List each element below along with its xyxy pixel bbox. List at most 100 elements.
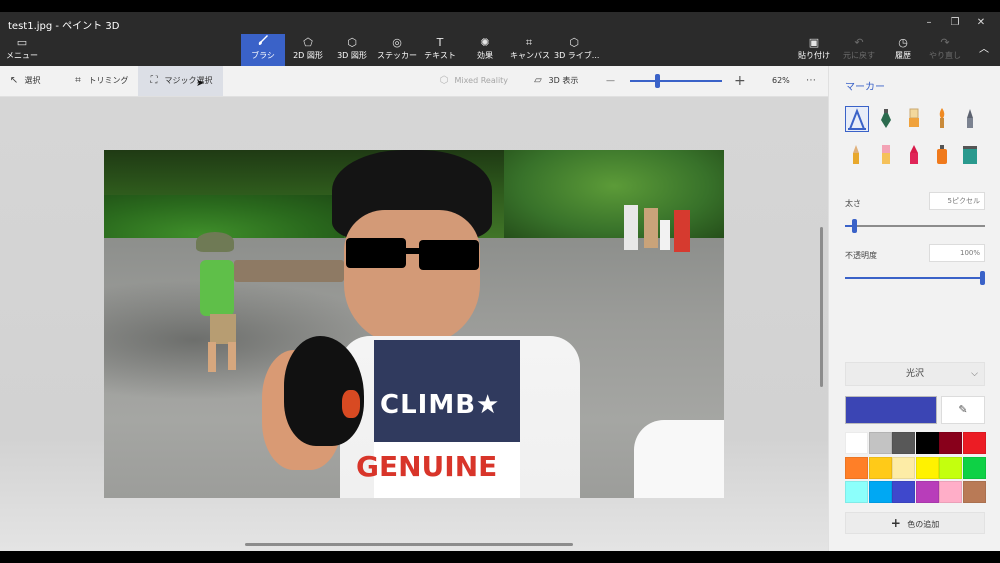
tab-text[interactable]: T テキスト — [422, 34, 458, 66]
color-swatch[interactable] — [892, 456, 915, 479]
minimize-button[interactable]: – — [920, 15, 938, 31]
color-swatch[interactable] — [915, 481, 939, 503]
photo-child-leg-right — [228, 342, 236, 370]
close-button[interactable]: ✕ — [972, 15, 990, 31]
color-swatch[interactable] — [845, 481, 868, 503]
canvas-area[interactable]: CLIMB★ GENUINE — [0, 97, 828, 551]
tab-2d-shapes[interactable]: ⬠ 2D 図形 — [288, 34, 328, 66]
color-swatch[interactable] — [868, 432, 892, 454]
tab-effects-label: 効果 — [477, 51, 493, 60]
crayon-icon[interactable] — [903, 142, 927, 168]
history-button[interactable]: ◷ 履歴 — [888, 34, 918, 66]
collapse-ribbon-icon[interactable]: ︿ — [974, 34, 994, 66]
color-swatch[interactable] — [962, 456, 986, 479]
color-swatch[interactable] — [892, 432, 915, 454]
color-swatch[interactable] — [939, 432, 962, 454]
opacity-value[interactable]: 100% — [929, 244, 985, 262]
eyedropper-icon[interactable]: ✎ — [941, 396, 985, 424]
canvas-crop-icon: ⌗ — [525, 36, 533, 49]
undo-button[interactable]: ↶ 元に戻す — [842, 34, 876, 66]
panel-title: マーカー — [845, 82, 885, 93]
zoom-in-button[interactable]: + — [734, 66, 746, 96]
mixed-reality-button[interactable]: ⬡ Mixed Reality — [436, 66, 516, 96]
color-swatch[interactable] — [845, 456, 868, 479]
fill-bucket-icon[interactable] — [959, 142, 983, 168]
crop-tool[interactable]: ⌗ トリミング — [70, 66, 130, 96]
add-color-button[interactable]: + 色の追加 — [845, 512, 985, 534]
color-swatch[interactable] — [868, 481, 892, 503]
2d-shapes-icon: ⬠ — [303, 36, 313, 49]
crop-label: トリミング — [88, 76, 129, 85]
opacity-label: 不透明度 — [845, 251, 877, 260]
photo-boy-face — [344, 210, 480, 345]
color-swatch[interactable] — [915, 456, 939, 479]
oil-brush-icon[interactable] — [903, 106, 927, 132]
letterbox-bottom — [0, 551, 1000, 563]
clipboard-icon: ▣ — [808, 36, 820, 49]
color-swatch[interactable] — [845, 432, 868, 454]
photo-person-2 — [644, 208, 658, 248]
3d-view-label: 3D 表示 — [548, 76, 579, 85]
thickness-slider[interactable] — [845, 225, 985, 227]
redo-label: やり直し — [929, 51, 961, 60]
maximize-button[interactable]: ❐ — [946, 15, 964, 31]
plus-icon: + — [890, 516, 901, 530]
color-swatch[interactable] — [939, 481, 962, 503]
finish-dropdown[interactable]: 光沢 ⌵ — [845, 362, 985, 386]
photo-canvas[interactable]: CLIMB★ GENUINE — [104, 150, 724, 498]
pixel-pen-icon[interactable] — [959, 106, 983, 132]
thickness-slider-thumb[interactable] — [851, 219, 857, 233]
tab-3d-library[interactable]: ⬡ 3D ライブ... — [554, 34, 599, 66]
history-label: 履歴 — [895, 51, 911, 60]
window-title: test1.jpg - ペイント 3D — [8, 21, 120, 32]
zoom-slider-track[interactable] — [630, 80, 722, 82]
magic-select-tool[interactable]: ⛶ マジック選択 — [138, 66, 223, 96]
color-swatch[interactable] — [892, 481, 915, 503]
horizontal-scrollbar[interactable] — [245, 543, 573, 546]
tab-effects[interactable]: ✺ 効果 — [468, 34, 502, 66]
calligraphy-pen-icon[interactable] — [875, 106, 899, 132]
color-swatch[interactable] — [915, 432, 939, 454]
tab-canvas[interactable]: ⌗ キャンバス — [510, 34, 550, 66]
pencil-icon[interactable] — [845, 142, 869, 168]
photo-butterfly-red-spot — [342, 390, 360, 418]
spray-can-icon[interactable] — [931, 142, 955, 168]
canvas-toolbar: ↖ 選択 ⌗ トリミング ⛶ マジック選択 ➤ ⬡ Mixed Reality … — [0, 66, 828, 97]
3d-library-icon: ⬡ — [569, 36, 579, 49]
undo-label: 元に戻す — [843, 51, 875, 60]
thickness-label: 太さ — [845, 199, 861, 208]
3d-view-button[interactable]: ▱ 3D 表示 — [530, 66, 590, 96]
paste-button[interactable]: ▣ 貼り付け — [798, 34, 830, 66]
photo-tshirt-climb-print: CLIMB★ — [380, 390, 501, 420]
color-swatch[interactable] — [962, 481, 986, 503]
ribbon: ▭ メニュー ブラシ ⬠ 2D 図形 ⬡ 3D 図形 ◎ ステッカー T テキス… — [0, 34, 1000, 66]
mixed-reality-label: Mixed Reality — [454, 76, 509, 85]
opacity-slider[interactable] — [845, 277, 985, 279]
thickness-value[interactable]: 5ピクセル — [929, 192, 985, 210]
redo-button[interactable]: ↷ やり直し — [928, 34, 962, 66]
color-swatch[interactable] — [962, 432, 986, 454]
select-tool[interactable]: ↖ 選択 — [6, 66, 56, 96]
3d-cube-icon: ⬡ — [347, 36, 357, 49]
photo-child-shirt — [200, 260, 234, 316]
opacity-slider-thumb[interactable] — [980, 271, 985, 285]
tab-brushes[interactable]: ブラシ — [241, 34, 285, 66]
watercolor-icon[interactable] — [931, 106, 955, 132]
color-swatch[interactable] — [939, 456, 962, 479]
zoom-slider-thumb[interactable] — [655, 74, 660, 88]
color-swatch[interactable] — [868, 456, 892, 479]
marker-icon[interactable] — [845, 106, 869, 132]
selected-color-swatch[interactable] — [845, 396, 937, 424]
effects-sun-icon: ✺ — [480, 36, 490, 49]
crop-icon: ⌗ — [75, 75, 81, 86]
tab-3d-shapes[interactable]: ⬡ 3D 図形 — [332, 34, 372, 66]
vertical-scrollbar[interactable] — [820, 227, 823, 387]
eraser-icon[interactable] — [875, 142, 899, 168]
zoom-out-button[interactable]: — — [606, 66, 618, 96]
menu-button[interactable]: ▭ メニュー — [4, 34, 40, 66]
more-options-button[interactable]: ⋯ — [806, 66, 820, 96]
finish-dropdown-label: 光沢 — [905, 369, 924, 379]
photo-person-1 — [624, 205, 638, 250]
tab-stickers[interactable]: ◎ ステッカー — [377, 34, 417, 66]
zoom-level: 62% — [772, 76, 790, 85]
